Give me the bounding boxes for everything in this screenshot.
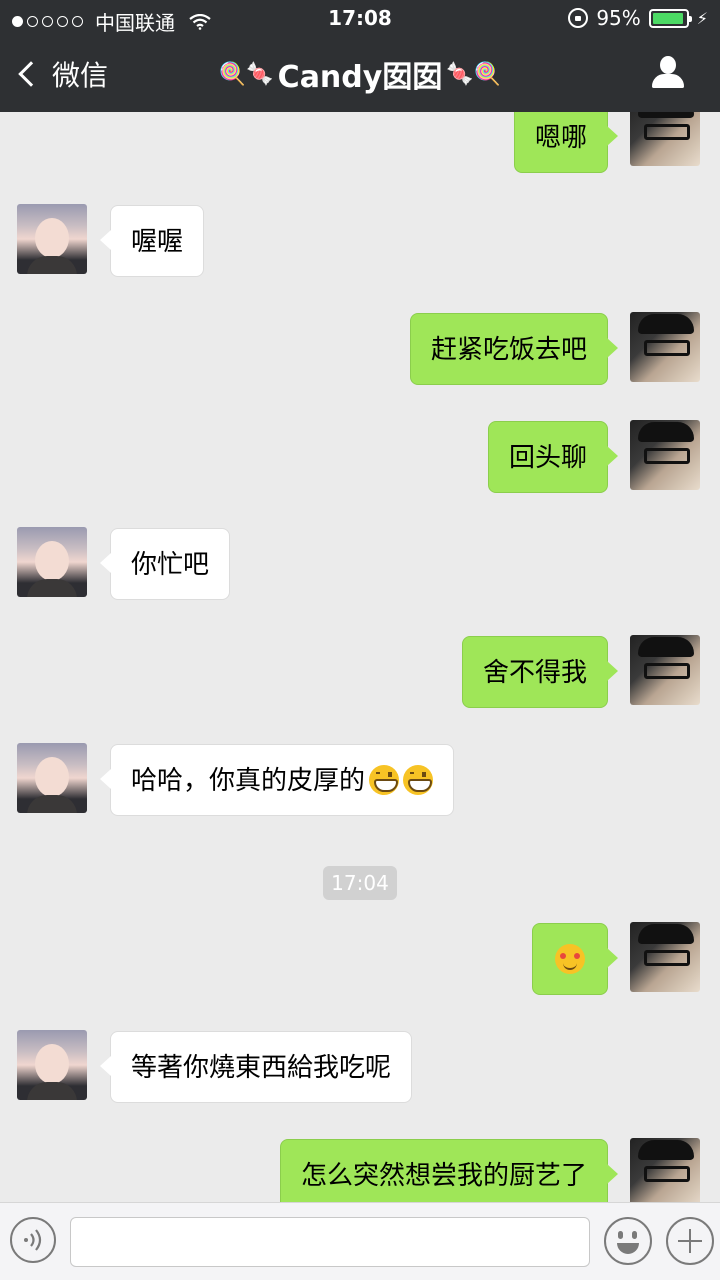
candy-emoji-left: 🍭🍬 [218,61,274,87]
message-text: 赶紧吃饭去吧 [430,335,587,365]
contact-name: Candy囡囡 [277,60,443,95]
message-bubble[interactable] [532,923,618,995]
message-bubble[interactable]: 喔喔 [99,205,205,277]
chevron-left-icon [18,61,44,87]
message-text: 怎么突然想尝我的厨艺了 [300,1161,587,1191]
message-text: 回头聊 [508,443,587,473]
my-avatar[interactable] [630,922,700,992]
my-avatar[interactable] [630,312,700,382]
candy-emoji-right: 🍬🍭 [446,61,502,87]
my-avatar[interactable] [630,112,700,166]
contact-avatar[interactable] [17,204,87,274]
my-avatar[interactable] [630,635,700,705]
back-button[interactable]: 微信 [18,54,109,94]
message-bubble[interactable]: 怎么突然想尝我的厨艺了 [279,1139,619,1202]
contact-avatar[interactable] [17,1030,87,1100]
message-bubble[interactable]: 舍不得我 [461,636,619,708]
plus-icon[interactable] [666,1217,714,1265]
battery-icon [648,8,692,28]
contact-profile-button[interactable] [650,56,686,92]
message-text: 嗯哪 [534,123,587,153]
message-text: 等著你燒東西給我吃呢 [131,1053,392,1083]
blushing-face-emoji [555,943,585,974]
contact-avatar[interactable] [17,743,87,813]
person-icon [660,56,676,74]
nav-bar: 微信 🍭🍬 Candy囡囡 🍬🍭 [0,38,720,112]
input-bar [0,1202,720,1280]
status-right: 95% ⚡ [568,6,708,30]
message-text: 舍不得我 [482,658,587,688]
back-label: 微信 [52,59,109,92]
battery-percent: 95% [596,6,641,30]
status-bar: 中国联通 17:08 95% ⚡ [0,0,720,38]
contact-avatar[interactable] [17,527,87,597]
message-list[interactable]: 嗯哪 喔喔 赶紧吃饭去吧 回头聊 你忙吧 舍不得我 哈哈，你真的皮厚的 17:0… [0,112,720,1202]
rotation-lock-icon [568,8,589,28]
message-bubble[interactable]: 赶紧吃饭去吧 [409,313,619,385]
voice-icon [24,1229,42,1251]
grinning-face-emoji [403,764,434,795]
top-bar: 中国联通 17:08 95% ⚡ 微信 🍭🍬 Candy囡囡 🍬🍭 [0,0,720,112]
grinning-face-emoji [369,764,400,795]
message-input[interactable] [70,1217,590,1267]
message-bubble[interactable]: 你忙吧 [99,528,231,600]
message-bubble[interactable]: 回头聊 [487,421,619,493]
message-text: 哈哈，你真的皮厚的 [131,766,366,796]
message-bubble[interactable]: 等著你燒東西給我吃呢 [99,1031,413,1103]
voice-input-button[interactable] [10,1217,56,1263]
message-bubble[interactable]: 哈哈，你真的皮厚的 [99,744,455,816]
charging-icon: ⚡ [696,8,708,28]
message-text: 喔喔 [131,227,184,257]
emoji-face-icon[interactable] [604,1217,652,1265]
my-avatar[interactable] [630,420,700,490]
my-avatar[interactable] [630,1138,700,1202]
chat-title: 🍭🍬 Candy囡囡 🍬🍭 [150,52,570,96]
message-bubble[interactable]: 嗯哪 [513,112,619,173]
message-text: 你忙吧 [131,550,210,580]
time-divider: 17:04 [323,866,397,900]
